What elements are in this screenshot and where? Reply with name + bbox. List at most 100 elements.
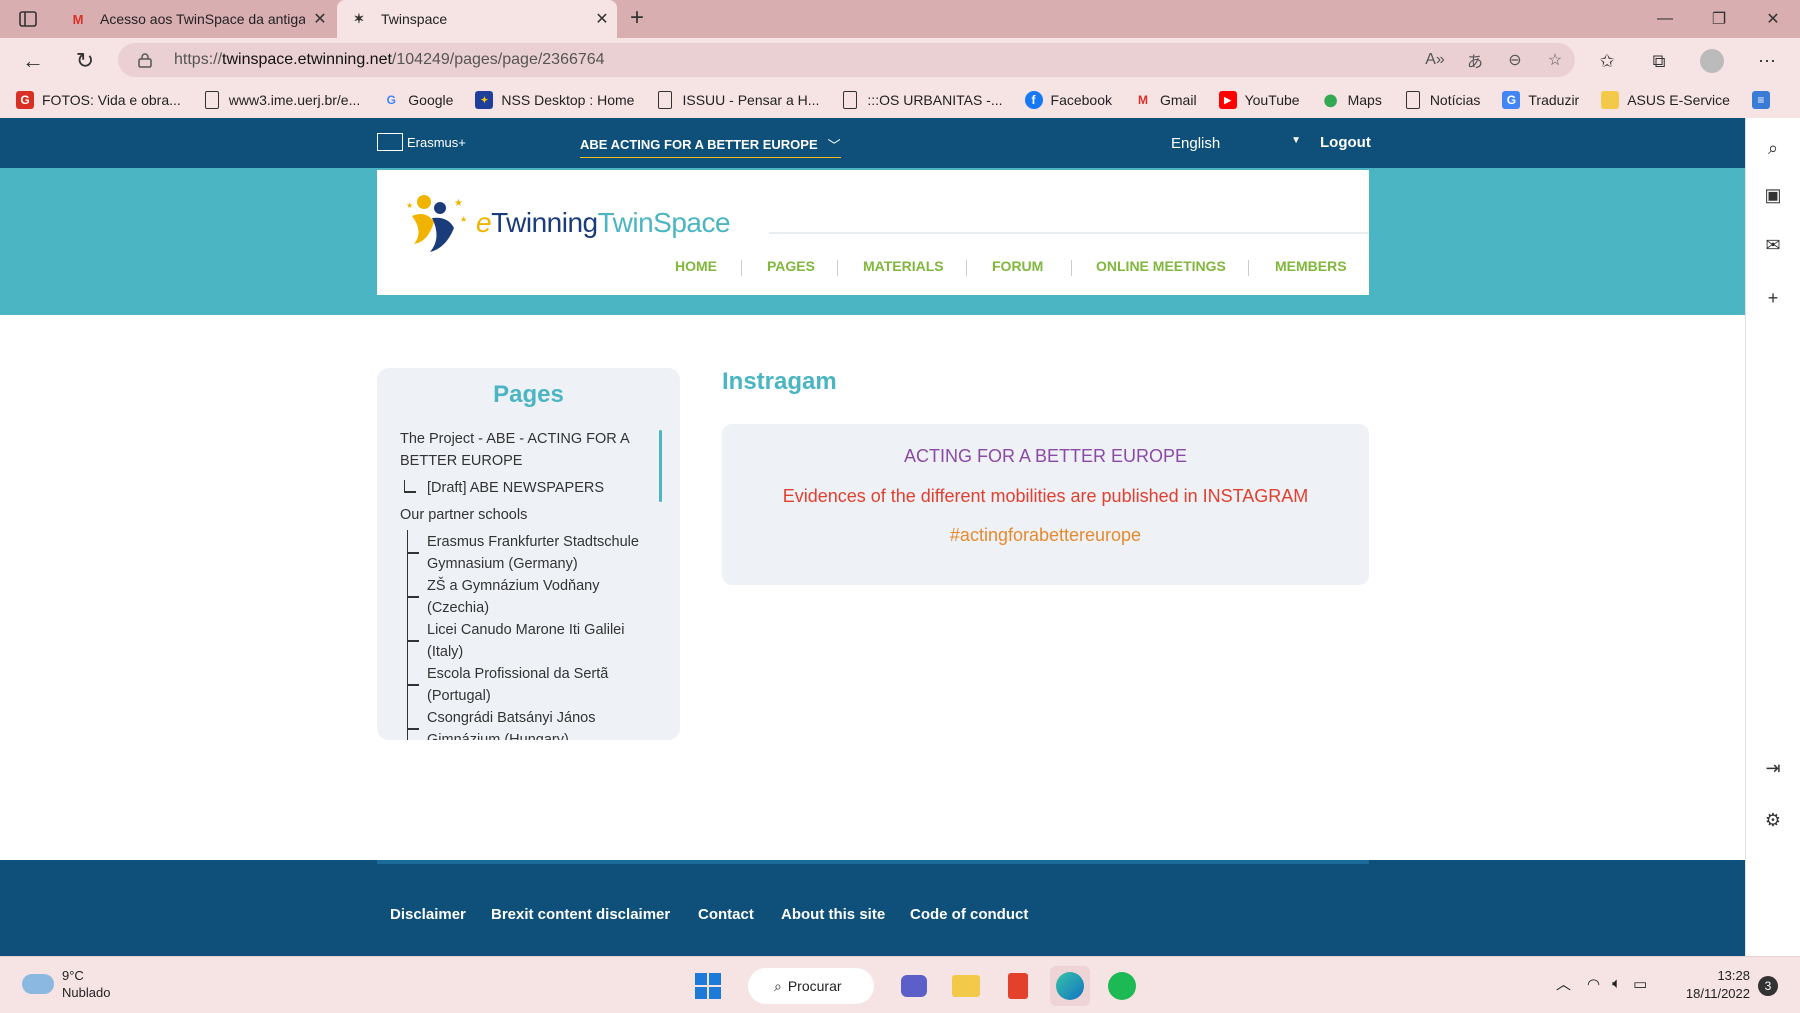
bookmark-item[interactable]: G Google [382, 91, 454, 109]
footer-link-code-of-conduct[interactable]: Code of conduct [910, 906, 1028, 923]
close-tab-icon[interactable]: ✕ [305, 9, 335, 29]
nav-members[interactable]: MEMBERS [1275, 258, 1347, 274]
tab-actions-icon [19, 11, 37, 27]
page-link-project[interactable]: The Project - ABE - ACTING FOR A BETTER E… [400, 428, 630, 472]
settings-icon[interactable]: ⚙ [1761, 808, 1785, 832]
bookmark-item[interactable]: f Facebook [1024, 91, 1112, 109]
tab-actions-button[interactable] [14, 8, 42, 30]
tab-twinspace[interactable]: ✶ Twinspace ✕ [337, 0, 617, 38]
nav-home[interactable]: HOME [675, 258, 717, 274]
page-link-school-germany[interactable]: Erasmus Frankfurter Stadtschule Gymnasium… [427, 531, 639, 575]
read-aloud-icon[interactable]: A» [1415, 51, 1455, 69]
search-icon[interactable]: ⌕ [1761, 136, 1785, 160]
volume-icon[interactable]: 🔈︎ [1612, 975, 1621, 992]
etwinning-logo[interactable]: ★ ★ ★ eTwinningTwinSpace [402, 192, 731, 254]
taskbar-search[interactable]: ⌕ Procurar [748, 968, 874, 1004]
collections-icon[interactable]: ⧉ [1644, 46, 1674, 76]
add-icon[interactable]: + [1761, 286, 1785, 310]
spotify-icon[interactable] [1102, 966, 1142, 1006]
wifi-icon[interactable]: ◠ [1587, 975, 1600, 993]
project-selector[interactable]: ABE ACTING FOR A BETTER EUROPE ﹀ [580, 135, 841, 158]
footer-link-disclaimer[interactable]: Disclaimer [390, 906, 466, 923]
bookmark-item[interactable]: Notícias [1404, 91, 1480, 109]
notification-badge[interactable]: 3 [1758, 976, 1778, 996]
logout-link[interactable]: Logout [1320, 134, 1371, 151]
main-nav: HOME PAGES MATERIALS FORUM ONLINE MEETIN… [377, 258, 1369, 278]
new-tab-button[interactable]: + [622, 4, 652, 34]
folder-icon [1601, 91, 1620, 109]
more-menu-icon[interactable]: ⋯ [1752, 46, 1782, 76]
outlook-icon[interactable]: ✉ [1761, 233, 1785, 257]
address-bar[interactable]: https://twinspace.etwinning.net/104249/p… [118, 43, 1575, 77]
restore-button[interactable]: ❐ [1692, 0, 1746, 38]
edge-icon[interactable] [1050, 966, 1090, 1006]
reading-list-button[interactable]: ≡ [1751, 91, 1778, 109]
clock[interactable]: 13:28 18/11/2022 [1680, 967, 1750, 1003]
page-link-school-czechia[interactable]: ZŠ a Gymnázium Vodňany (Czechia) [427, 575, 599, 619]
nav-separator [1248, 260, 1249, 276]
office-icon[interactable]: ▣ [1761, 183, 1785, 207]
reload-button[interactable]: ↻ [70, 46, 100, 76]
close-tab-icon[interactable]: ✕ [587, 9, 617, 29]
bookmark-item[interactable]: www3.ime.uerj.br/e... [203, 91, 360, 109]
reading-list-icon: ≡ [1751, 91, 1770, 109]
show-hidden-icons-icon[interactable]: ︿ [1556, 973, 1571, 994]
hide-sidebar-icon[interactable]: ⇥ [1761, 756, 1785, 780]
bookmark-item[interactable]: ✦ NSS Desktop : Home [475, 91, 634, 109]
logo-wordmark: eTwinningTwinSpace [476, 207, 731, 238]
favorites-icon[interactable]: ✩ [1592, 46, 1622, 76]
nav-online-meetings[interactable]: ONLINE MEETINGS [1096, 258, 1226, 274]
sidebar-scrollbar[interactable] [659, 430, 662, 502]
page-link-school-hungary[interactable]: Csongrádi Batsányi János Gimnázium (Hunga… [427, 707, 595, 740]
nav-materials[interactable]: MATERIALS [863, 258, 944, 274]
sidebar-title: Pages [493, 381, 564, 408]
google-icon: G [386, 93, 396, 107]
bookmark-item[interactable]: G FOTOS: Vida e obra... [16, 91, 181, 109]
weather-widget[interactable]: 9°C Nublado [22, 967, 110, 1001]
site-topbar: Erasmus+ ABE ACTING FOR A BETTER EUROPE … [0, 118, 1745, 168]
language-select[interactable]: English ▼ [1171, 135, 1301, 152]
bookmark-item[interactable]: ASUS E-Service [1601, 91, 1730, 109]
close-window-button[interactable]: ✕ [1746, 0, 1800, 38]
office-icon[interactable] [998, 966, 1038, 1006]
footer-link-about[interactable]: About this site [781, 906, 885, 923]
file-explorer-icon[interactable] [946, 966, 986, 1006]
zoom-out-icon[interactable]: ⊖ [1495, 50, 1535, 70]
page-link-partner-schools[interactable]: Our partner schools [400, 504, 527, 526]
nav-forum[interactable]: FORUM [992, 258, 1043, 274]
footer-link-brexit-disclaimer[interactable]: Brexit content disclaimer [491, 906, 670, 923]
lock-icon[interactable] [138, 52, 158, 68]
teams-icon[interactable] [894, 966, 934, 1006]
bookmark-item[interactable]: ⬤ Maps [1322, 91, 1382, 109]
erasmus-logo[interactable]: Erasmus+ [377, 133, 466, 151]
bookmark-item[interactable]: ▶ YouTube [1218, 91, 1300, 109]
bookmark-item[interactable]: M Gmail [1134, 91, 1197, 109]
toolbar: ← ↻ https://twinspace.etwinning.net/1042… [0, 38, 1800, 82]
nav-pages[interactable]: PAGES [767, 258, 815, 274]
nav-separator [837, 260, 838, 276]
svg-text:★: ★ [406, 201, 413, 210]
page-link-school-italy[interactable]: Licei Canudo Marone Iti Galilei (Italy) [427, 619, 624, 663]
bookmark-item[interactable]: ISSUU - Pensar a H... [656, 91, 819, 109]
minimize-button[interactable]: — [1638, 0, 1692, 38]
etwinning-figure-icon: ★ ★ ★ [402, 192, 472, 254]
url-text: https://twinspace.etwinning.net/104249/p… [174, 51, 605, 68]
tab-title: Twinspace [381, 11, 448, 27]
footer-link-contact[interactable]: Contact [698, 906, 754, 923]
windows-taskbar: 9°C Nublado ⌕ Procurar ︿ ◠ 🔈︎ ▭ 13:28 18… [0, 956, 1800, 1013]
bookmark-item[interactable]: G Traduzir [1502, 91, 1579, 109]
browser-sidebar: ⌕ ▣ ✉ + ⇥ ⚙ [1745, 118, 1800, 956]
page-link-school-portugal[interactable]: Escola Profissional da Sertã (Portugal) [427, 663, 608, 707]
tree-line [407, 728, 419, 730]
page-link-draft-newspapers[interactable]: [Draft] ABE NEWSPAPERS [427, 477, 604, 499]
bookmark-item[interactable]: :::OS URBANITAS -... [841, 91, 1003, 109]
battery-icon[interactable]: ▭ [1633, 975, 1647, 993]
tab-strip: M Acesso aos TwinSpace da antiga ✕ ✶ Twi… [0, 0, 1800, 38]
tab-gmail[interactable]: M Acesso aos TwinSpace da antiga ✕ [58, 0, 335, 38]
add-favorite-icon[interactable]: ☆ [1535, 50, 1575, 70]
chevron-down-icon: ﹀ [827, 138, 841, 153]
back-button[interactable]: ← [18, 46, 48, 76]
profile-avatar[interactable] [1697, 46, 1727, 76]
start-button[interactable] [688, 966, 728, 1006]
translate-page-icon[interactable]: あ [1455, 48, 1495, 72]
